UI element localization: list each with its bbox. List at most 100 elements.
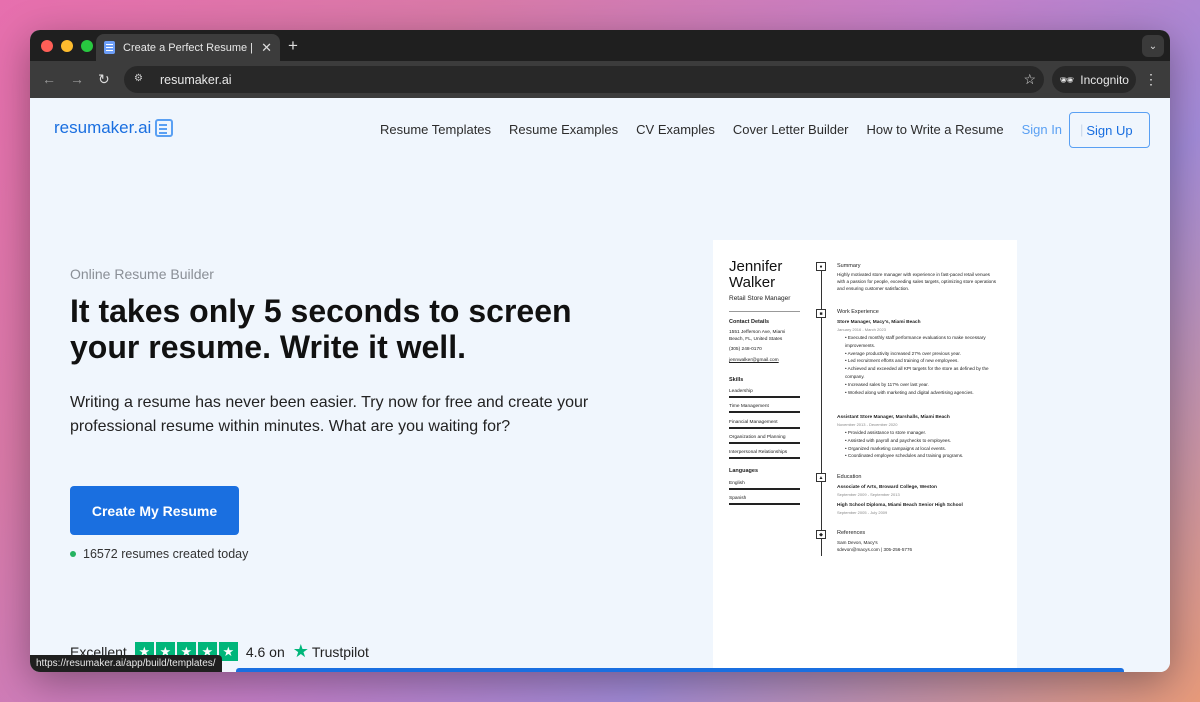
address-bar[interactable]: ⚙ resumaker.ai ☆ bbox=[124, 66, 1044, 93]
resume-language: Spanish bbox=[729, 496, 800, 505]
resume-bullet: Achieved and exceeded all KPI targets fo… bbox=[845, 365, 995, 381]
language-bar bbox=[729, 503, 800, 505]
resume-contact-email: jennwalker@gmail.com bbox=[729, 358, 779, 363]
resume-bullet: Organized marketing campaigns at local e… bbox=[845, 445, 995, 453]
skill-bar bbox=[729, 442, 800, 444]
incognito-indicator[interactable]: 🕶 Incognito bbox=[1052, 66, 1136, 93]
skill-bar bbox=[729, 396, 800, 398]
skill-bar bbox=[729, 411, 800, 413]
nav-cv-examples[interactable]: CV Examples bbox=[636, 122, 715, 137]
resume-contact-line: (305) 248-0170 bbox=[729, 347, 762, 352]
resume-bullet: Executed monthly staff performance evalu… bbox=[845, 334, 995, 350]
resume-job-title: Store Manager, Macy's, Miami Beach bbox=[837, 320, 921, 325]
resume-skill: Financial Management bbox=[729, 420, 800, 429]
resume-job-date: January 2016 - March 2023 bbox=[837, 327, 886, 332]
nav-cover-letter-builder[interactable]: Cover Letter Builder bbox=[733, 122, 849, 137]
back-arrow-icon[interactable]: ← bbox=[42, 71, 56, 87]
resume-skills-title: Skills bbox=[729, 377, 744, 383]
briefcase-icon: ■ bbox=[816, 309, 826, 318]
bookmark-star-icon[interactable]: ☆ bbox=[1023, 71, 1036, 88]
resume-contact-line: 1551 Jefferson Ave, Miami bbox=[729, 330, 786, 335]
resume-summary-title: Summary bbox=[837, 263, 861, 269]
hero-headline: It takes only 5 seconds to screen your r… bbox=[70, 293, 572, 365]
resume-job-title: Assistant Store Manager, Marshalls, Miam… bbox=[837, 415, 950, 420]
resume-logo-icon bbox=[155, 119, 174, 137]
trustpilot-logo: ★ Trustpilot bbox=[293, 641, 369, 662]
resume-job-bullets: Provided assistance to store manager.Ass… bbox=[845, 429, 995, 460]
resume-contact-title: Contact Details bbox=[729, 319, 770, 325]
resume-edu-date: September 2005 - July 2009 bbox=[837, 510, 888, 515]
browser-window: Create a Perfect Resume | Fre ✕ + ⌄ ← → … bbox=[30, 30, 1170, 672]
megaphone-icon: ◆ bbox=[816, 530, 826, 539]
resume-job-date: November 2013 - December 2020 bbox=[837, 422, 898, 427]
resume-references-title: References bbox=[837, 530, 866, 536]
resume-contact-line: Beach, FL, United States bbox=[729, 337, 783, 342]
skill-label: Organization and Planning bbox=[729, 435, 786, 440]
window-controls bbox=[41, 40, 93, 52]
resume-divider bbox=[729, 311, 800, 312]
minimize-window-button[interactable] bbox=[61, 40, 73, 52]
tab-search-chevron-icon[interactable]: ⌄ bbox=[1142, 35, 1164, 57]
skill-bar bbox=[729, 457, 800, 459]
reload-icon[interactable]: ↻ bbox=[98, 71, 110, 88]
site-logo[interactable]: resumaker.ai bbox=[54, 118, 174, 138]
resume-summary: Highly motivated store manager with expe… bbox=[837, 272, 997, 291]
trustpilot-star-icon: ★ bbox=[292, 641, 309, 661]
skill-label: Time Management bbox=[729, 404, 769, 409]
logo-text: resumaker.ai bbox=[54, 118, 152, 137]
resume-last-name: Walker bbox=[729, 274, 776, 291]
resume-reference: sdevon@macys.com | 305-256-5776 bbox=[837, 547, 913, 552]
resume-bullet: Increased sales by 117% over last year. bbox=[845, 381, 995, 389]
language-label: English bbox=[729, 481, 745, 486]
resume-skill: Organization and Planning bbox=[729, 435, 800, 444]
url-text: resumaker.ai bbox=[160, 72, 232, 87]
trustpilot-text: Trustpilot bbox=[311, 643, 369, 660]
resume-bullet: Led recruitment efforts and training of … bbox=[845, 357, 995, 365]
resume-counter: 16572 resumes created today bbox=[70, 547, 248, 561]
main-nav: Resume Templates Resume Examples CV Exam… bbox=[380, 122, 1083, 137]
tab-strip: Create a Perfect Resume | Fre ✕ + ⌄ bbox=[30, 30, 1170, 61]
status-bar-url: https://resumaker.ai/app/build/templates… bbox=[30, 655, 222, 672]
rating-value: 4.6 on bbox=[245, 643, 285, 660]
document-icon bbox=[104, 41, 115, 54]
forward-arrow-icon[interactable]: → bbox=[70, 71, 84, 87]
resume-skill: Interpersonal Relationships bbox=[729, 450, 800, 459]
resume-languages-title: Languages bbox=[729, 468, 759, 474]
tab-title: Create a Perfect Resume | Fre bbox=[123, 41, 255, 54]
resume-preview[interactable]: Jennifer Walker Retail Store Manager Con… bbox=[713, 240, 1017, 672]
incognito-icon: 🕶 bbox=[1059, 72, 1075, 87]
resume-edu-date: September 2009 - September 2013 bbox=[837, 492, 900, 497]
browser-tab[interactable]: Create a Perfect Resume | Fre ✕ bbox=[96, 34, 280, 61]
resume-bullet: Assisted with payroll and paychecks to e… bbox=[845, 437, 995, 445]
skill-label: Leadership bbox=[729, 389, 753, 394]
resume-job-bullets: Executed monthly staff performance evalu… bbox=[845, 334, 995, 396]
sign-in-link[interactable]: Sign In bbox=[1022, 122, 1062, 137]
resume-language: English bbox=[729, 481, 800, 490]
browser-menu-icon[interactable]: ⋮ bbox=[1144, 71, 1158, 88]
resume-bullet: Worked along with marketing and digital … bbox=[845, 389, 995, 397]
skill-bar bbox=[729, 427, 800, 429]
site-info-icon[interactable]: ⚙ bbox=[134, 73, 150, 87]
resume-work-title: Work Experience bbox=[837, 309, 879, 315]
web-page: resumaker.ai Resume Templates Resume Exa… bbox=[30, 98, 1170, 672]
resume-first-name: Jennifer bbox=[729, 258, 783, 275]
bottom-accent-bar bbox=[236, 668, 1124, 672]
resume-role: Retail Store Manager bbox=[729, 295, 791, 302]
resume-edu-item: Associate of Arts, Broward College, West… bbox=[837, 485, 937, 490]
close-window-button[interactable] bbox=[41, 40, 53, 52]
nav-resume-templates[interactable]: Resume Templates bbox=[380, 122, 491, 137]
close-tab-icon[interactable]: ✕ bbox=[261, 40, 272, 56]
maximize-window-button[interactable] bbox=[81, 40, 93, 52]
nav-resume-examples[interactable]: Resume Examples bbox=[509, 122, 618, 137]
language-bar bbox=[729, 488, 800, 490]
skill-label: Interpersonal Relationships bbox=[729, 450, 788, 455]
incognito-label: Incognito bbox=[1080, 72, 1129, 87]
resume-skill: Time Management bbox=[729, 404, 800, 413]
resume-bullet: Average productivity increased 27% over … bbox=[845, 350, 995, 358]
sign-up-button[interactable]: Sign Up bbox=[1069, 112, 1150, 148]
nav-how-to-write[interactable]: How to Write a Resume bbox=[867, 122, 1004, 137]
create-resume-button[interactable]: Create My Resume bbox=[70, 486, 239, 535]
new-tab-button[interactable]: + bbox=[288, 36, 298, 56]
resume-bullet: Coordinated employee schedules and train… bbox=[845, 452, 995, 460]
resume-reference: Sam Devon, Macy's bbox=[837, 540, 878, 545]
